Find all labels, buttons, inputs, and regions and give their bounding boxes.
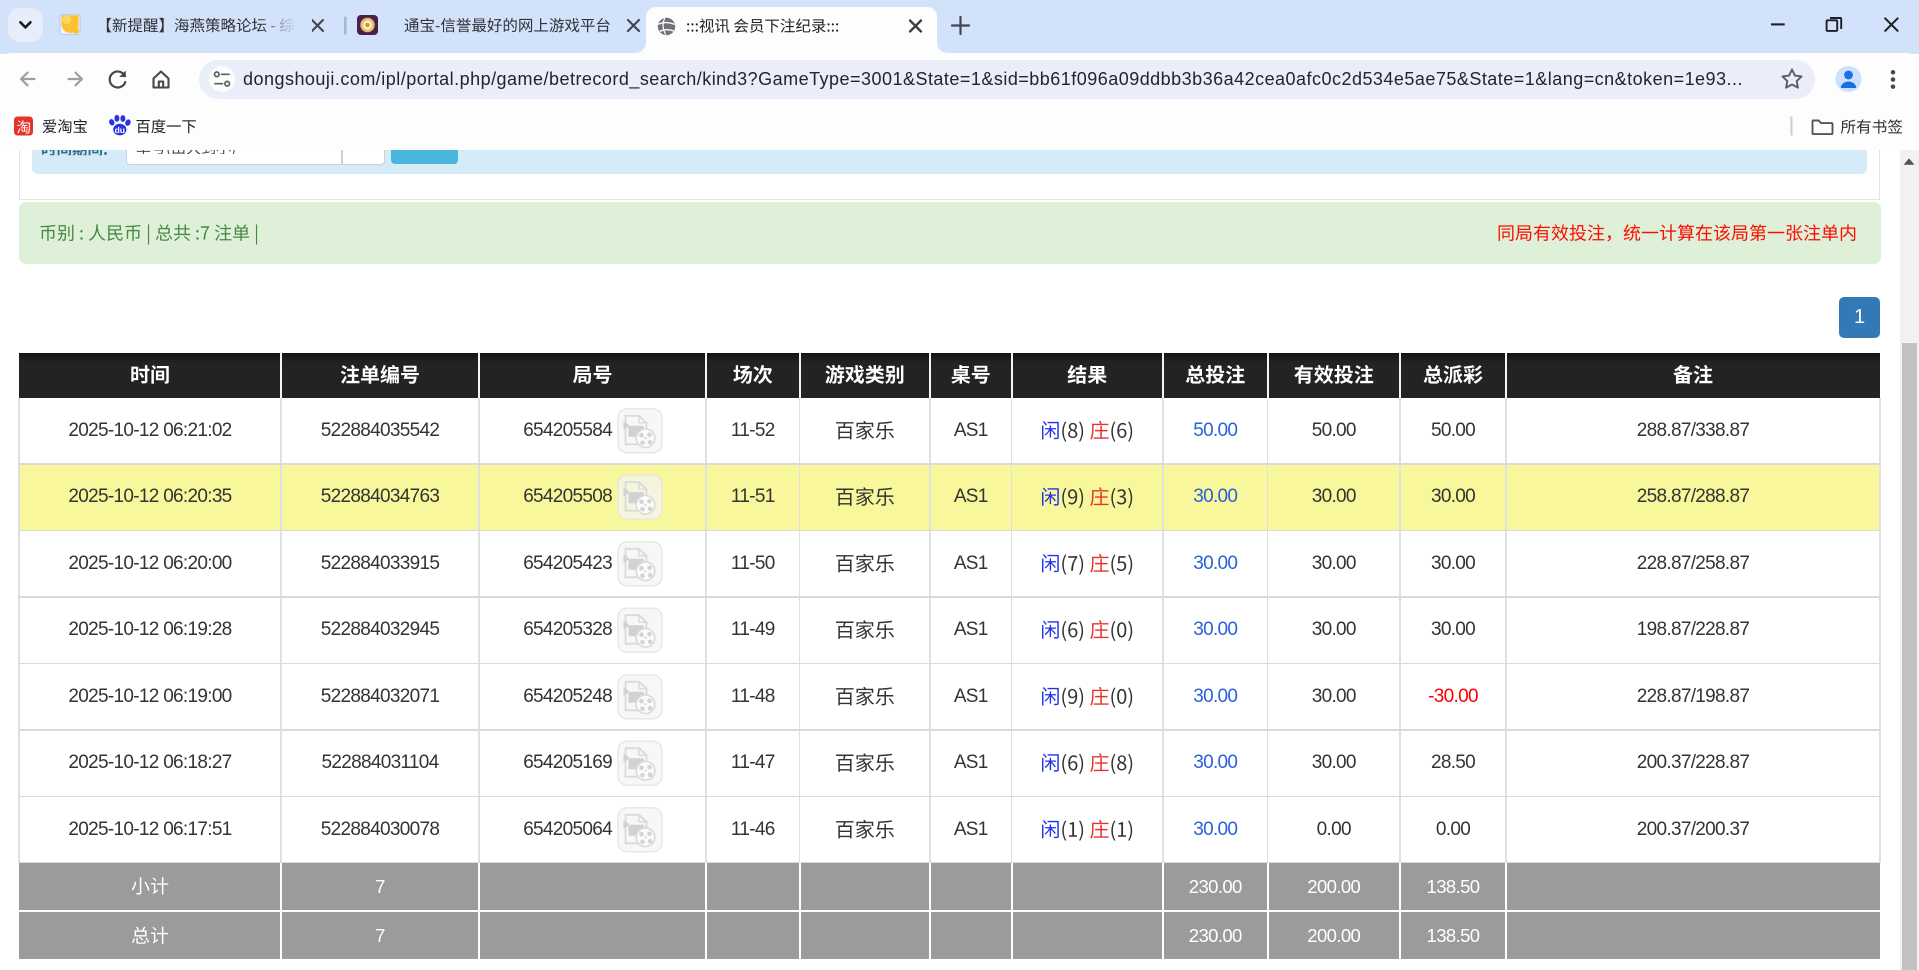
svg-text:du: du [115, 125, 125, 135]
